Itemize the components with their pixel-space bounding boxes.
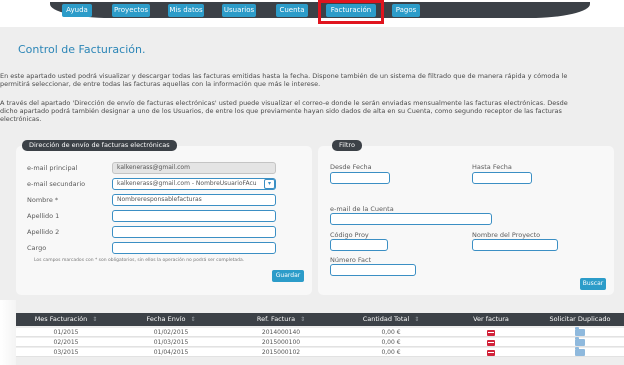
column-header-mes[interactable]: Mes Facturación ⇕ [16,313,116,326]
chevron-down-icon[interactable]: ▾ [264,179,275,189]
apellido1-label: Apellido 1 [27,212,60,220]
email-principal-field: kalkenerass@gmail.com [112,162,276,174]
cell-mes: 01/2015 [53,329,79,336]
table-row: 02/2015 01/03/2015 2015000100 0,00 € [16,337,624,347]
nav-tab-ayuda[interactable]: Ayuda [62,4,92,17]
intro-paragraph-line: A través del apartado 'Dirección de enví… [0,99,568,107]
sort-icon[interactable]: ⇕ [414,316,419,323]
column-header-duplicado: Solicitar Duplicado [549,315,611,323]
sort-icon[interactable]: ⇕ [190,316,195,323]
filtro-tab: Filtro [332,140,362,151]
pdf-icon[interactable] [487,339,495,346]
buscar-button[interactable]: Buscar [580,278,606,290]
email-secundario-label: e-mail secundario [27,180,86,188]
cell-ref: 2015000102 [261,349,301,356]
nombre-proyecto-label: Nombre del Proyecto [472,231,541,239]
column-header-fecha[interactable]: Fecha Envío ⇕ [116,313,226,326]
nombre-label: Nombre * [27,196,59,204]
nav-tab-usuarios[interactable]: Usuarios [222,4,256,17]
hasta-fecha-label: Hasta Fecha [472,163,512,171]
cell-mes: 02/2015 [53,339,79,346]
table-row: 01/2015 01/02/2015 2014000140 0,00 € [16,327,624,337]
folder-icon[interactable] [575,347,585,356]
email-principal-label: e-mail principal [27,164,78,172]
intro-paragraph-line: En este apartado usted podrá visualizar … [0,72,568,80]
numero-fact-field[interactable] [330,264,416,276]
desde-fecha-label: Desde Fecha [330,163,372,171]
active-tab-highlight [318,0,384,24]
left-edge-fade [0,300,16,365]
folder-icon[interactable] [575,337,585,346]
top-navigation: Ayuda Proyectos Mis datos Usuarios Cuent… [0,0,624,24]
nav-tab-pagos[interactable]: Pagos [392,4,420,17]
nombre-field[interactable]: Nombreresponsablefacturas [112,194,276,206]
page-title: Control de Facturación. [18,43,146,56]
cell-ref: 2015000100 [261,339,301,346]
pdf-icon[interactable] [487,329,495,336]
apellido2-label: Apellido 2 [27,228,60,236]
intro-paragraph-line: permitirá seleccionar, de entre todas la… [0,80,321,88]
cell-cantidad: 0,00 € [381,349,401,356]
nav-tab-proyectos[interactable]: Proyectos [112,4,150,17]
table-row: 03/2015 01/04/2015 2015000102 0,00 € [16,347,624,357]
sort-icon[interactable]: ⇕ [92,316,97,323]
nav-tab-cuenta[interactable]: Cuenta [276,4,308,17]
cell-ref: 2014000140 [261,329,301,336]
apellido2-field[interactable] [112,226,276,238]
column-header-ver: Ver factura [473,315,509,323]
email-cuenta-label: e-mail de la Cuenta [330,205,394,213]
intro-paragraph-line: dicho apartado podrá también designar a … [0,107,562,115]
pdf-icon[interactable] [487,349,495,356]
cell-fecha: 01/03/2015 [153,339,189,346]
cell-cantidad: 0,00 € [381,339,401,346]
column-header-cantidad[interactable]: Cantidad Total ⇕ [336,313,446,326]
cell-fecha: 01/04/2015 [153,349,189,356]
apellido1-field[interactable] [112,210,276,222]
numero-fact-label: Número Fact [330,256,372,264]
cargo-field[interactable] [112,242,276,254]
direccion-envio-tab: Dirección de envío de facturas electróni… [22,140,177,151]
intro-paragraph-line: electrónicas. [0,115,42,123]
codigo-proy-label: Código Proy [330,231,369,239]
cell-cantidad: 0,00 € [381,329,401,336]
hasta-fecha-field[interactable] [472,172,532,184]
invoices-table-header: Mes Facturación ⇕ Fecha Envío ⇕ Ref. Factu… [16,313,624,326]
email-cuenta-field[interactable] [330,213,492,225]
cell-mes: 03/2015 [53,349,79,356]
sort-icon[interactable]: ⇕ [300,316,305,323]
folder-icon[interactable] [575,327,585,336]
cargo-label: Cargo [27,244,47,252]
desde-fecha-field[interactable] [330,172,390,184]
nombre-proyecto-field[interactable] [472,239,558,251]
save-button[interactable]: Guardar [272,270,304,282]
required-fields-note: Los campos marcados con * son obligatori… [34,258,245,263]
column-header-ref[interactable]: Ref. Factura ⇕ [226,313,336,326]
email-secundario-select[interactable]: kalkenerass@gmail.com - NombreUsuarioFAc… [112,178,276,190]
codigo-proy-field[interactable] [330,239,388,251]
nav-tab-mis-datos[interactable]: Mis datos [168,4,204,17]
cell-fecha: 01/02/2015 [153,329,189,336]
